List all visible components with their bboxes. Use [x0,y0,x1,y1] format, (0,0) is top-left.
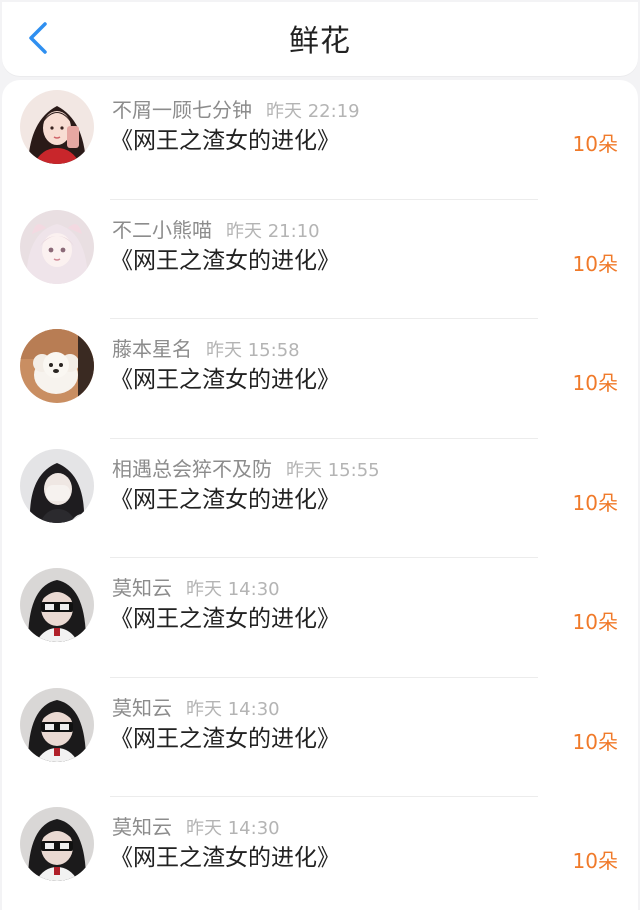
timestamp: 昨天 15:58 [206,340,300,361]
record-meta: 莫知云 昨天 14:30 [112,813,280,841]
book-title[interactable]: 《网王之渣女的进化》 [110,244,340,278]
book-title[interactable]: 《网王之渣女的进化》 [110,722,340,756]
page-title: 鲜花 [289,24,351,59]
flower-record-list: 不屑一顾七分钟 昨天 22:19 《网王之渣女的进化》 10朵 不二小熊喵 昨天 2… [2,80,638,910]
timestamp: 昨天 21:10 [226,220,320,242]
book-title[interactable]: 《网王之渣女的进化》 [110,124,340,158]
avatar[interactable] [20,329,94,403]
username[interactable]: 相遇总会猝不及防 [112,457,272,481]
list-item[interactable]: 莫知云 昨天 14:30 《网王之渣女的进化》 10朵 [2,678,638,797]
timestamp: 昨天 15:55 [286,459,380,481]
flower-count: 10朵 [572,132,618,156]
flower-count: 10朵 [572,490,618,515]
avatar[interactable] [20,448,94,523]
username[interactable]: 不二小熊喵 [112,218,212,242]
book-title[interactable]: 《网王之渣女的进化》 [110,483,340,517]
timestamp: 昨天 22:19 [266,101,360,122]
timestamp: 昨天 14:30 [186,698,280,720]
top-bar: 鲜花 [2,2,638,76]
flower-count: 10朵 [572,610,618,634]
book-title[interactable]: 《网王之渣女的进化》 [110,602,340,636]
record-meta: 莫知云 昨天 14:30 [112,574,280,602]
list-item[interactable]: 莫知云 昨天 14:30 《网王之渣女的进化》 10朵 [2,558,638,678]
record-meta: 藤本星名 昨天 15:58 [112,335,300,363]
username[interactable]: 莫知云 [112,815,172,839]
book-title[interactable]: 《网王之渣女的进化》 [110,841,340,875]
flower-count: 10朵 [572,729,618,754]
flower-count: 10朵 [572,251,618,276]
avatar[interactable] [20,807,94,881]
list-item[interactable]: 相遇总会猝不及防 昨天 15:55 《网王之渣女的进化》 10朵 [2,439,638,558]
book-title[interactable]: 《网王之渣女的进化》 [110,363,340,397]
username[interactable]: 莫知云 [112,576,172,600]
list-item[interactable]: 不二小熊喵 昨天 21:10 《网王之渣女的进化》 10朵 [2,200,638,319]
username[interactable]: 藤本星名 [112,337,192,361]
timestamp: 昨天 14:30 [186,579,280,600]
list-item[interactable]: 不屑一顾七分钟 昨天 22:19 《网王之渣女的进化》 10朵 [2,80,638,200]
list-item[interactable]: 藤本星名 昨天 15:58 《网王之渣女的进化》 10朵 [2,319,638,439]
record-meta: 不屑一顾七分钟 昨天 22:19 [112,96,360,124]
record-meta: 不二小熊喵 昨天 21:10 [112,216,320,244]
username[interactable]: 莫知云 [112,696,172,720]
avatar[interactable] [20,687,94,762]
list-item[interactable]: 莫知云 昨天 14:30 《网王之渣女的进化》 10朵 [2,797,638,910]
flower-count: 10朵 [572,849,618,873]
timestamp: 昨天 14:30 [186,818,280,839]
avatar[interactable] [20,209,94,284]
record-meta: 相遇总会猝不及防 昨天 15:55 [112,455,380,483]
avatar[interactable] [20,568,94,642]
avatar[interactable] [20,90,94,164]
username[interactable]: 不屑一顾七分钟 [112,98,252,122]
flower-count: 10朵 [572,371,618,395]
record-meta: 莫知云 昨天 14:30 [112,694,280,722]
